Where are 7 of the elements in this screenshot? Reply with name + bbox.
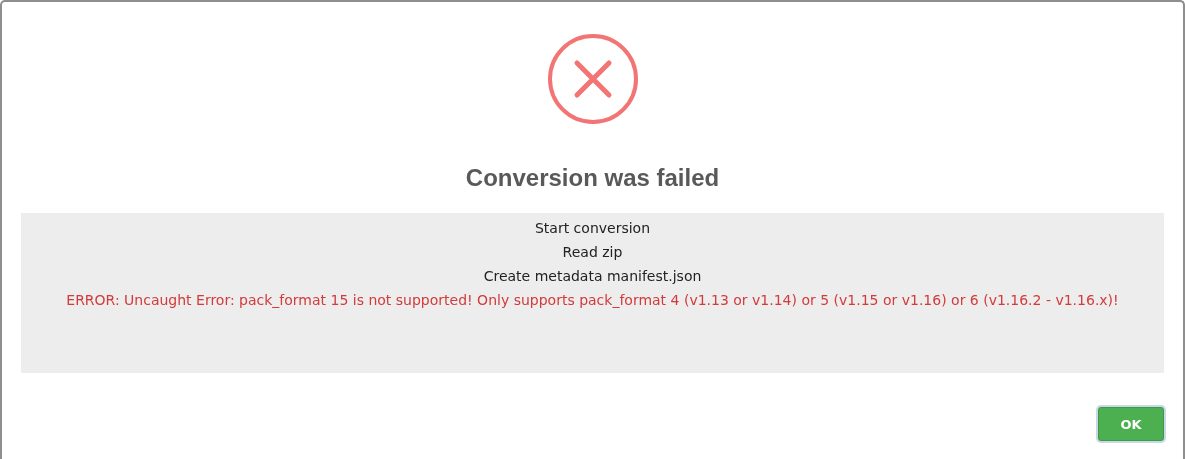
ok-button[interactable]: OK bbox=[1098, 407, 1164, 441]
log-line: Start conversion bbox=[534, 219, 651, 238]
log-line: Read zip bbox=[562, 243, 623, 262]
log-line: Create metadata manifest.json bbox=[483, 267, 702, 286]
error-message: ERROR: Uncaught Error: pack_format 15 is not supported! Only supports pack_format 4 (v1.13 or v1.14) or 5 (v1.15 or v1.16) or 6 (v1.16.2 - v1.16.x)! bbox=[66, 291, 1119, 310]
error-icon bbox=[546, 33, 639, 125]
dialog-title: Conversion was failed bbox=[465, 163, 720, 193]
